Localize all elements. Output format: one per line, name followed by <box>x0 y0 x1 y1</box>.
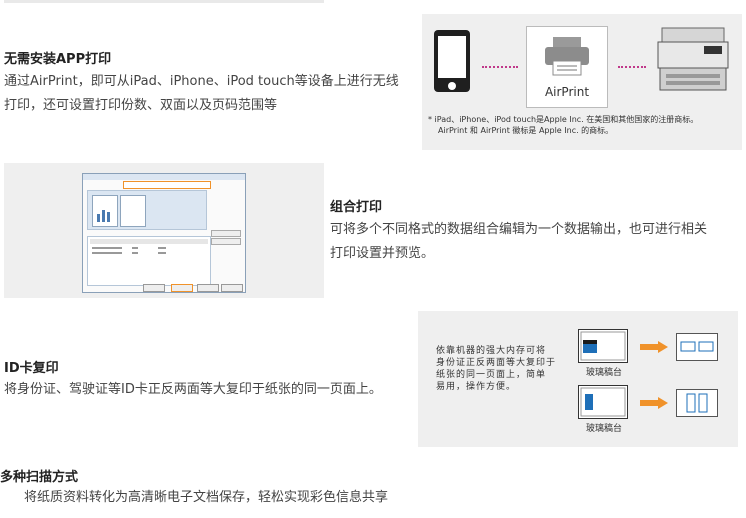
airprint-logo: AirPrint <box>526 26 608 108</box>
trademark-note: * iPad、iPhone、iPod touch是Apple Inc. 在美国和… <box>428 115 699 135</box>
idcopy-title: ID卡复印 <box>4 361 59 376</box>
airprint-label: AirPrint <box>544 85 590 99</box>
copy-result-back <box>676 389 718 417</box>
scanner-glass-back <box>578 385 628 419</box>
glass-label: 玻璃稿台 <box>586 368 623 378</box>
data-list <box>87 236 211 286</box>
combine-print-figure <box>4 163 324 298</box>
idcopy-figure: 依靠机器的强大内存可将 身份证正反两面等大复印于 纸张的同一页面上，简单 易用，… <box>418 311 738 447</box>
scan-description: 将纸质资料转化为高清晰电子文档保存，轻松实现彩色信息共享 <box>24 490 389 505</box>
scan-title: 多种扫描方式 <box>0 470 79 485</box>
idcopy-description: 将身份证、驾驶证等ID卡正反两面等大复印于纸张的同一页面上。 <box>4 382 382 397</box>
airprint-figure: AirPrint * iPad、iPhone、iPod touch是Apple … <box>422 14 742 150</box>
print-dialog-screenshot <box>82 173 246 293</box>
page-thumbnail <box>92 195 118 227</box>
arrow-right-icon <box>640 397 668 409</box>
arrow-right-icon <box>640 341 668 353</box>
airprint-title: 无需安装APP打印 <box>4 52 112 67</box>
top-divider <box>4 0 324 3</box>
combine-print-description: 可将多个不同格式的数据组合编辑为一个数据输出，也可进行相关 打印设置并预览。 <box>330 222 708 261</box>
idcopy-figure-text: 依靠机器的强大内存可将 身份证正反两面等大复印于 纸张的同一页面上，简单 易用，… <box>436 346 557 392</box>
airprint-description: 通过AirPrint，即可从iPad、iPhone、iPod touch等设备上… <box>4 74 399 113</box>
ipad-icon <box>434 30 470 92</box>
dialog-name-field <box>123 181 211 189</box>
connection-dots <box>482 66 518 70</box>
multifunction-printer-icon <box>657 27 729 91</box>
glass-label: 玻璃稿台 <box>586 424 623 434</box>
printer-icon <box>545 37 589 76</box>
combine-print-title: 组合打印 <box>330 200 383 215</box>
copy-result-front <box>676 333 718 361</box>
connection-dots <box>618 66 646 70</box>
page-thumbnail <box>120 195 146 227</box>
scanner-glass-front <box>578 329 628 363</box>
